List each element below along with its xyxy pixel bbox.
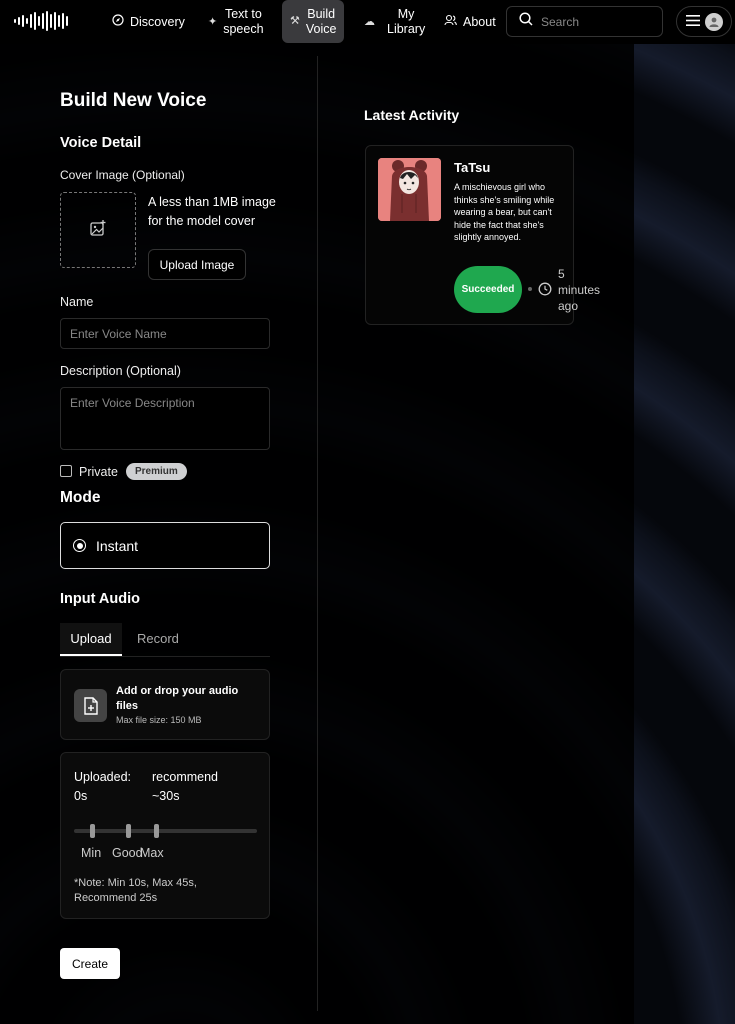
- nav-build-line2: Voice: [305, 21, 337, 36]
- nav-text-to-speech[interactable]: ✦ Text to speech: [208, 0, 264, 44]
- tabs-divider: [60, 656, 270, 657]
- nav-tts-line2: speech: [223, 22, 264, 36]
- cover-image-dropzone[interactable]: [60, 192, 136, 268]
- hamburger-icon: [685, 13, 700, 31]
- nav-about[interactable]: About: [444, 0, 496, 44]
- create-button[interactable]: Create: [60, 948, 120, 979]
- activity-time: 5 minutes ago: [558, 266, 600, 314]
- mode-heading: Mode: [60, 489, 101, 506]
- dropzone-subtitle: Max file size: 150 MB: [116, 715, 202, 725]
- duration-slider-track: [74, 824, 257, 838]
- recommend-stat: recommend ~30s: [152, 768, 218, 806]
- wand-icon: ⚒: [290, 15, 300, 27]
- search-input[interactable]: [541, 14, 651, 29]
- latest-activity-heading: Latest Activity: [364, 107, 460, 123]
- dropzone-title: Add or drop your audio files: [116, 685, 239, 712]
- file-add-icon: [74, 689, 107, 722]
- upload-image-button[interactable]: Upload Image: [148, 249, 246, 280]
- nav-library-line2: Library: [387, 22, 426, 36]
- recommend-value: ~30s: [152, 789, 180, 803]
- sparkle-icon: ✦: [208, 15, 218, 28]
- nav-discovery[interactable]: Discovery: [112, 0, 185, 44]
- premium-badge: Premium: [126, 463, 187, 480]
- uploaded-stat: Uploaded: 0s: [74, 768, 131, 806]
- nav-about-label: About: [463, 14, 496, 29]
- duration-note: *Note: Min 10s, Max 45s, Recommend 25s: [74, 877, 197, 904]
- audio-dropzone[interactable]: Add or drop your audio files Max file si…: [60, 669, 270, 740]
- tab-upload[interactable]: Upload: [60, 623, 122, 656]
- nav-my-library[interactable]: ☁ My Library: [364, 0, 425, 44]
- voice-detail-heading: Voice Detail: [60, 135, 142, 151]
- content: Build New Voice Voice Detail Cover Image…: [0, 0, 735, 1024]
- voice-description-input[interactable]: [60, 387, 270, 450]
- slider-marker-max: [154, 824, 159, 838]
- tab-record[interactable]: Record: [137, 631, 179, 646]
- search-box[interactable]: [506, 6, 663, 37]
- mode-instant-option[interactable]: Instant: [60, 522, 270, 569]
- nav-discovery-label: Discovery: [130, 14, 185, 29]
- cover-image-hint: A less than 1MB image for the model cove…: [148, 195, 276, 228]
- compass-icon: [112, 13, 124, 31]
- time-line2: minutes: [558, 283, 601, 297]
- voice-name: TaTsu: [454, 160, 491, 175]
- private-label: Private: [79, 465, 118, 479]
- nav-tts-line1: Text to: [224, 7, 262, 21]
- status-badge: Succeeded: [454, 266, 522, 313]
- slider-label-good: Good: [112, 846, 143, 860]
- input-audio-heading: Input Audio: [60, 591, 140, 607]
- radio-selected-icon: [73, 539, 86, 552]
- uploaded-label: Uploaded:: [74, 770, 131, 784]
- voice-name-input[interactable]: [60, 318, 270, 349]
- cover-image-label: Cover Image (Optional): [60, 168, 185, 182]
- slider-marker-good: [126, 824, 131, 838]
- slider-marker-min: [90, 824, 95, 838]
- users-icon: [444, 14, 457, 31]
- top-nav: Discovery ✦ Text to speech ⚒ Build Voice…: [0, 0, 735, 44]
- nav-library-label: My Library: [381, 7, 425, 37]
- voice-description: A mischievous girl who thinks she's smil…: [454, 182, 555, 242]
- page-title: Build New Voice: [60, 90, 207, 111]
- logo-icon[interactable]: [14, 10, 68, 32]
- upload-progress-card: Uploaded: 0s recommend ~30s Min Good Max…: [60, 752, 270, 919]
- private-checkbox[interactable]: [60, 465, 72, 477]
- avatar-icon: [704, 12, 723, 31]
- user-menu-button[interactable]: [676, 6, 732, 37]
- nav-build-label: Build Voice: [306, 7, 337, 37]
- nav-build-line1: Build: [307, 6, 336, 21]
- name-label: Name: [60, 295, 94, 309]
- slider-label-min: Min: [81, 846, 102, 860]
- activity-card[interactable]: TaTsu A mischievous girl who thinks she'…: [365, 145, 600, 325]
- description-label: Description (Optional): [60, 364, 181, 378]
- nav-library-line1: My: [397, 7, 415, 21]
- cloud-icon: ☁: [364, 15, 375, 28]
- nav-build-voice[interactable]: ⚒ Build Voice: [282, 0, 345, 43]
- nav-tts-label: Text to speech: [223, 7, 263, 37]
- mode-option-label: Instant: [96, 537, 139, 554]
- recommend-label: recommend: [152, 770, 218, 784]
- image-add-icon: [89, 219, 107, 242]
- time-line1: 5: [558, 267, 565, 281]
- time-line3: ago: [558, 299, 579, 313]
- voice-thumbnail: [378, 158, 441, 221]
- slider-label-max: Max: [140, 846, 164, 860]
- clock-icon: [538, 282, 552, 301]
- separator-dot: [528, 287, 532, 291]
- uploaded-value: 0s: [74, 789, 88, 803]
- search-icon: [519, 12, 533, 31]
